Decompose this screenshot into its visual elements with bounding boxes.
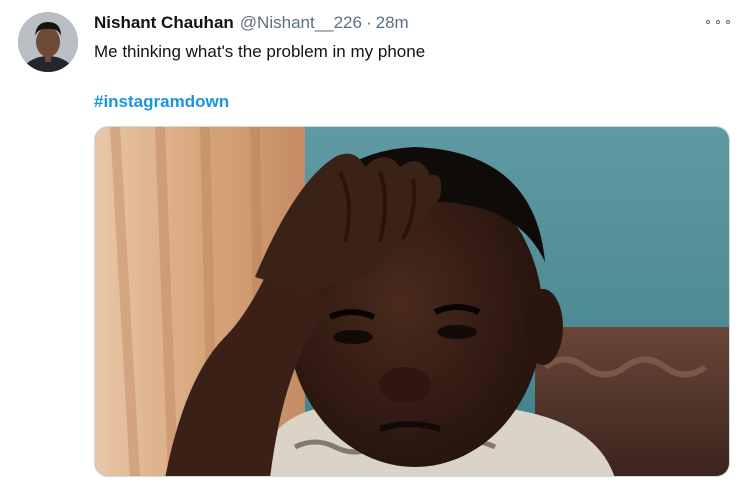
author-name[interactable]: Nishant Chauhan	[94, 13, 234, 33]
hashtag-link[interactable]: #instagramdown	[94, 92, 229, 112]
tweet-image[interactable]	[94, 126, 730, 477]
dot	[726, 20, 730, 24]
dot	[706, 20, 710, 24]
author-handle[interactable]: @Nishant__226	[240, 13, 362, 33]
dot	[716, 20, 720, 24]
tweet-text: Me thinking what's the problem in my pho…	[94, 42, 426, 61]
timestamp[interactable]: 28m	[376, 13, 409, 33]
separator: ·	[365, 13, 372, 32]
avatar[interactable]	[18, 12, 78, 72]
tweet-header: Nishant Chauhan @Nishant__226 · 28m	[94, 13, 409, 37]
tweet: Nishant Chauhan @Nishant__226 · 28m Me t…	[0, 0, 748, 483]
more-options-icon[interactable]	[706, 14, 730, 30]
